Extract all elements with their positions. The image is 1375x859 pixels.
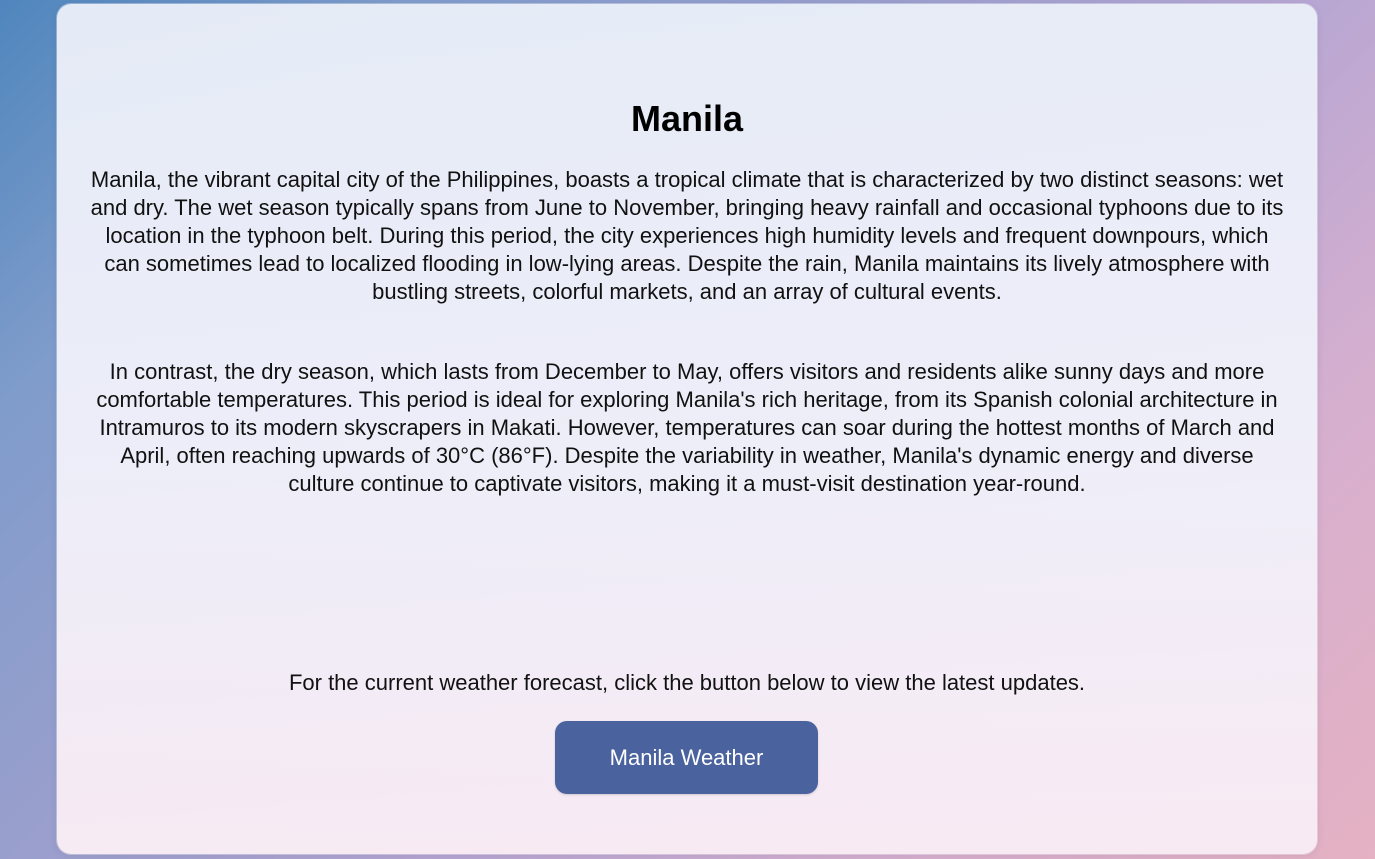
content-card: Manila Manila, the vibrant capital city … (57, 4, 1317, 854)
forecast-prompt-text: For the current weather forecast, click … (288, 670, 1086, 695)
climate-paragraph-wet-season: Manila, the vibrant capital city of the … (90, 167, 1284, 304)
manila-weather-button[interactable]: Manila Weather (555, 721, 818, 794)
climate-paragraph-dry-season: In contrast, the dry season, which lasts… (96, 359, 1278, 496)
page-title: Manila (630, 98, 744, 139)
